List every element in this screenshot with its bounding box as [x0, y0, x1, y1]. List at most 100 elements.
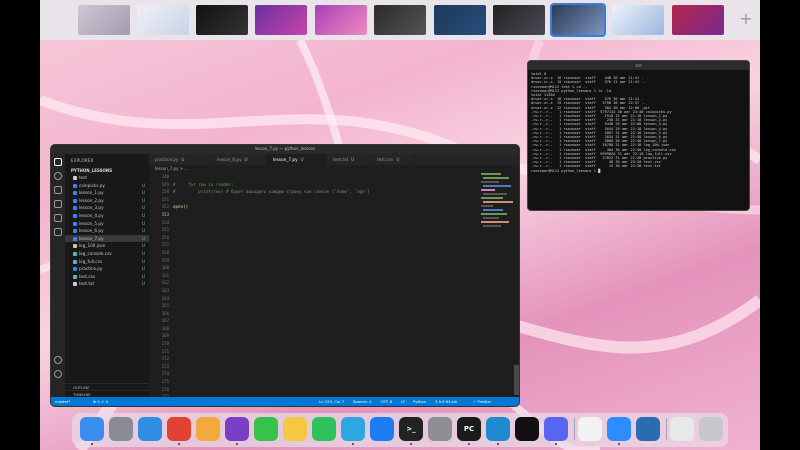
space-thumbnail[interactable] — [493, 5, 545, 35]
explorer-file-item[interactable]: lesson_2.py U — [65, 197, 149, 205]
pycharm-icon[interactable]: PC — [457, 417, 481, 441]
minimap[interactable] — [481, 173, 515, 253]
safari-icon[interactable] — [138, 417, 162, 441]
explorer-file-item[interactable]: lesson_3.py U — [65, 204, 149, 212]
file-type-icon — [73, 213, 77, 218]
cursor-position[interactable]: Ln 153, Col 7 — [319, 397, 344, 406]
editor-tab[interactable]: lesson_6.py U — [211, 154, 267, 165]
file-name: lesson_3.py — [79, 205, 104, 211]
search-icon[interactable] — [54, 172, 62, 180]
trash-icon[interactable] — [699, 417, 723, 441]
space-thumbnail[interactable] — [137, 5, 189, 35]
screen-app-icon[interactable] — [636, 417, 660, 441]
launchpad-icon[interactable] — [109, 417, 133, 441]
editor-tab[interactable]: practice.py U — [149, 154, 211, 165]
end-of-line[interactable]: LF — [401, 397, 405, 406]
file-type-icon — [73, 221, 77, 226]
app-store-icon[interactable] — [370, 417, 394, 441]
explorer-file-item[interactable]: lesson_1.py U — [65, 189, 149, 197]
explorer-file-item[interactable]: lesson_5.py U — [65, 220, 149, 228]
file-type-icon — [73, 274, 77, 279]
line-number: 167 — [161, 318, 169, 324]
space-thumbnail[interactable] — [374, 5, 426, 35]
indentation[interactable]: Spaces: 4 — [353, 397, 371, 406]
python-interpreter[interactable]: 3.9.6 64-bit — [435, 397, 457, 406]
document-icon[interactable] — [670, 417, 694, 441]
space-thumbnail[interactable] — [434, 5, 486, 35]
timeline-section[interactable]: TIMELINE — [65, 390, 149, 397]
outline-section[interactable]: OUTLINE — [65, 383, 149, 390]
encoding[interactable]: UTF-8 — [381, 397, 392, 406]
visual-studio-icon[interactable] — [225, 417, 249, 441]
discord-icon[interactable] — [544, 417, 568, 441]
chrome-icon[interactable] — [167, 417, 191, 441]
notes-icon[interactable] — [283, 417, 307, 441]
testing-icon[interactable] — [54, 228, 62, 236]
editor-tab[interactable]: test.txt U — [327, 154, 371, 165]
code-editor[interactable]: 148 149 150 151 152 153 154 155 156 157 158 159 160 1… — [149, 173, 519, 406]
git-status-badge: U — [142, 243, 145, 249]
explorer-file-item[interactable]: log_100.json U — [65, 242, 149, 250]
explorer-file-item[interactable]: log_console.csv U — [65, 250, 149, 258]
tab-git-badge: U — [244, 157, 248, 162]
finder-icon[interactable] — [80, 417, 104, 441]
explorer-file-item[interactable]: practice.py U — [65, 265, 149, 273]
telegram-icon[interactable] — [341, 417, 365, 441]
system-preferences-icon[interactable] — [428, 417, 452, 441]
line-number: 157 — [161, 242, 169, 248]
terminal-icon[interactable]: >_ — [399, 417, 423, 441]
code-area[interactable]: # for row in reader: # print(row) # будет… — [173, 173, 479, 211]
explorer-file-item[interactable]: log_full.csv U — [65, 258, 149, 266]
running-indicator — [410, 443, 412, 445]
code-text: # print(row) # будет выводить каждую стр… — [173, 189, 370, 195]
file-doc-icon[interactable] — [578, 417, 602, 441]
run-debug-icon[interactable] — [54, 200, 62, 208]
space-thumbnail[interactable] — [196, 5, 248, 35]
photos-icon[interactable] — [196, 417, 220, 441]
editor-tab[interactable]: test.csv U — [371, 154, 415, 165]
space-thumbnail[interactable] — [255, 5, 307, 35]
source-control-icon[interactable] — [54, 186, 62, 194]
dock-icon-glyph: >_ — [406, 425, 416, 433]
explorer-icon[interactable] — [54, 158, 62, 166]
explorer-file-item[interactable]: lesson_4.py U — [65, 212, 149, 220]
explorer-file-item[interactable]: test.txt U — [65, 280, 149, 288]
space-thumbnail-current[interactable] — [550, 3, 606, 37]
line-number-gutter: 148 149 150 151 152 153 154 155 156 157 158 159 160 1… — [149, 173, 171, 406]
prettier-status[interactable]: ✓ Prettier — [473, 397, 491, 406]
line-number: 170 — [161, 341, 169, 347]
alien-app-icon[interactable] — [515, 417, 539, 441]
running-indicator — [468, 443, 470, 445]
account-icon[interactable] — [54, 356, 62, 364]
explorer-file-item[interactable]: lesson_6.py U — [65, 227, 149, 235]
tab-git-badge: U — [396, 157, 400, 162]
problems-indicator[interactable]: ⊗ 0 ⚠ 0 — [93, 397, 108, 406]
zoom-icon[interactable] — [607, 417, 631, 441]
whatsapp-icon[interactable] — [312, 417, 336, 441]
vscode-icon[interactable] — [486, 417, 510, 441]
explorer-file-item[interactable]: coinpicks.py U — [65, 182, 149, 190]
explorer-file-item[interactable]: test — [65, 174, 149, 182]
editor-tab[interactable]: lesson_7.py U — [267, 154, 327, 165]
language-mode[interactable]: Python — [413, 397, 426, 406]
file-type-icon — [73, 267, 77, 272]
git-status-badge: U — [142, 258, 145, 264]
terminal-window[interactable]: zsh total 0 drwxr-xr-x 16 rsoznoar staff … — [527, 60, 750, 211]
facetime-icon[interactable] — [254, 417, 278, 441]
vscode-window[interactable]: lesson_7.py — python_lessons EXPLORER PY… — [50, 144, 520, 407]
space-thumbnail[interactable] — [315, 5, 367, 35]
explorer-file-item[interactable]: test.csv U — [65, 273, 149, 281]
running-indicator — [497, 443, 499, 445]
extensions-icon[interactable] — [54, 214, 62, 222]
explorer-file-item[interactable]: lesson_7.py U — [65, 234, 149, 243]
branch-indicator[interactable]: master* — [55, 397, 70, 406]
add-space-button[interactable]: + — [738, 10, 754, 28]
breadcrumb[interactable]: lesson_7.py > ... — [149, 165, 519, 173]
space-thumbnail[interactable] — [672, 5, 724, 35]
settings-gear-icon[interactable] — [54, 370, 62, 378]
space-thumbnail[interactable] — [612, 5, 664, 35]
space-thumbnail[interactable] — [78, 5, 130, 35]
terminal-output[interactable]: total 0 drwxr-xr-x 16 rsoznoar staff 448 … — [528, 70, 749, 175]
editor-scrollbar[interactable] — [514, 365, 519, 395]
project-folder[interactable]: PYTHON_LESSONS — [65, 167, 149, 174]
